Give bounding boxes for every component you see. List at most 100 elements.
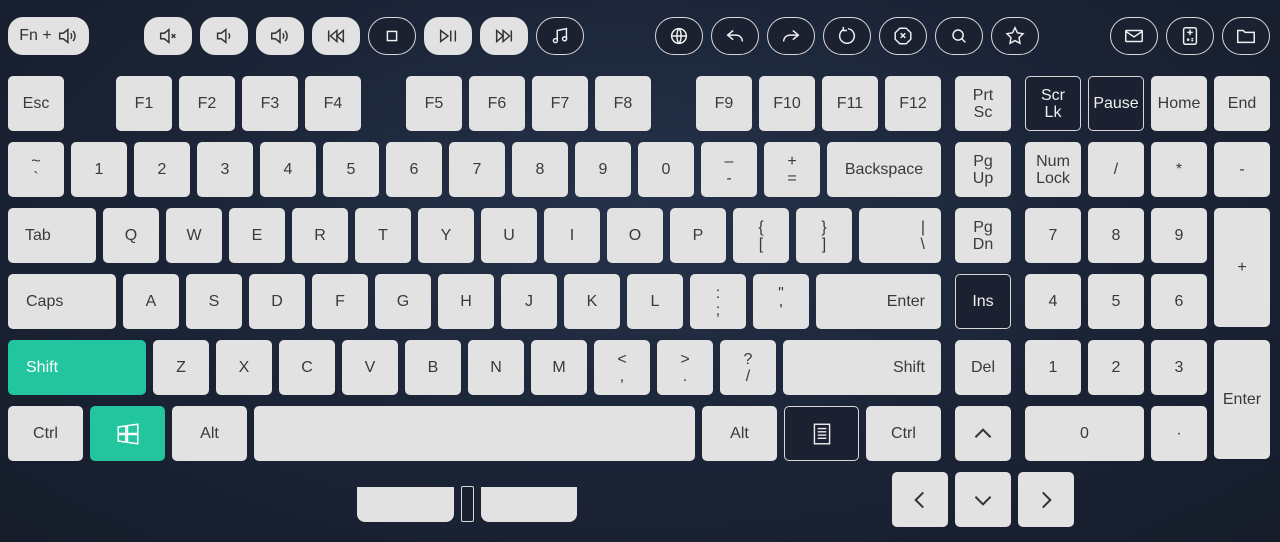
key-arrow-right[interactable] bbox=[1018, 472, 1074, 527]
key-f12[interactable]: F12 bbox=[885, 76, 941, 131]
key-c[interactable]: C bbox=[279, 340, 335, 395]
key-g[interactable]: G bbox=[375, 274, 431, 329]
volume-up-button[interactable] bbox=[256, 17, 304, 55]
key-comma[interactable]: < , bbox=[594, 340, 650, 395]
key-page-up[interactable]: Pg Up bbox=[955, 142, 1011, 197]
key-7[interactable]: 7 bbox=[449, 142, 505, 197]
browser-back-button[interactable] bbox=[711, 17, 759, 55]
key-period[interactable]: > . bbox=[657, 340, 713, 395]
browser-stop-button[interactable] bbox=[879, 17, 927, 55]
browser-home-button[interactable] bbox=[655, 17, 703, 55]
calculator-button[interactable] bbox=[1166, 17, 1214, 55]
key-v[interactable]: V bbox=[342, 340, 398, 395]
key-arrow-down[interactable] bbox=[955, 472, 1011, 527]
key-f3[interactable]: F3 bbox=[242, 76, 298, 131]
key-u[interactable]: U bbox=[481, 208, 537, 263]
key-left-alt[interactable]: Alt bbox=[172, 406, 247, 461]
browser-favorites-button[interactable] bbox=[991, 17, 1039, 55]
key-home[interactable]: Home bbox=[1151, 76, 1207, 131]
key-numpad-9[interactable]: 9 bbox=[1151, 208, 1207, 263]
key-f2[interactable]: F2 bbox=[179, 76, 235, 131]
key-y[interactable]: Y bbox=[418, 208, 474, 263]
key-f1[interactable]: F1 bbox=[116, 76, 172, 131]
mail-button[interactable] bbox=[1110, 17, 1158, 55]
key-numpad-7[interactable]: 7 bbox=[1025, 208, 1081, 263]
key-equal[interactable]: + = bbox=[764, 142, 820, 197]
key-2[interactable]: 2 bbox=[134, 142, 190, 197]
key-p[interactable]: P bbox=[670, 208, 726, 263]
key-f4[interactable]: F4 bbox=[305, 76, 361, 131]
key-z[interactable]: Z bbox=[153, 340, 209, 395]
key-numpad-5[interactable]: 5 bbox=[1088, 274, 1144, 329]
key-5[interactable]: 5 bbox=[323, 142, 379, 197]
stop-button[interactable] bbox=[368, 17, 416, 55]
key-numpad-multiply[interactable]: * bbox=[1151, 142, 1207, 197]
key-windows[interactable] bbox=[90, 406, 165, 461]
key-end[interactable]: End bbox=[1214, 76, 1270, 131]
browser-forward-button[interactable] bbox=[767, 17, 815, 55]
key-w[interactable]: W bbox=[166, 208, 222, 263]
touchpad-right-button[interactable] bbox=[481, 487, 577, 522]
key-n[interactable]: N bbox=[468, 340, 524, 395]
key-minus[interactable]: – - bbox=[701, 142, 757, 197]
key-6[interactable]: 6 bbox=[386, 142, 442, 197]
key-caps-lock[interactable]: Caps bbox=[8, 274, 116, 329]
key-f5[interactable]: F5 bbox=[406, 76, 462, 131]
key-arrow-left[interactable] bbox=[892, 472, 948, 527]
key-arrow-up[interactable] bbox=[955, 406, 1011, 461]
key-numpad-decimal[interactable]: · bbox=[1151, 406, 1207, 461]
key-numpad-8[interactable]: 8 bbox=[1088, 208, 1144, 263]
key-r[interactable]: R bbox=[292, 208, 348, 263]
previous-track-button[interactable] bbox=[312, 17, 360, 55]
key-h[interactable]: H bbox=[438, 274, 494, 329]
key-numpad-minus[interactable]: - bbox=[1214, 142, 1270, 197]
key-f7[interactable]: F7 bbox=[532, 76, 588, 131]
key-left-bracket[interactable]: { [ bbox=[733, 208, 789, 263]
key-b[interactable]: B bbox=[405, 340, 461, 395]
key-numpad-6[interactable]: 6 bbox=[1151, 274, 1207, 329]
key-i[interactable]: I bbox=[544, 208, 600, 263]
key-f11[interactable]: F11 bbox=[822, 76, 878, 131]
key-f6[interactable]: F6 bbox=[469, 76, 525, 131]
key-esc[interactable]: Esc bbox=[8, 76, 64, 131]
key-left-shift[interactable]: Shift bbox=[8, 340, 146, 395]
touchpad-left-button[interactable] bbox=[357, 487, 454, 522]
key-t[interactable]: T bbox=[355, 208, 411, 263]
key-9[interactable]: 9 bbox=[575, 142, 631, 197]
key-numpad-4[interactable]: 4 bbox=[1025, 274, 1081, 329]
key-f10[interactable]: F10 bbox=[759, 76, 815, 131]
fn-volume-button[interactable]: Fn + bbox=[8, 17, 89, 55]
music-button[interactable] bbox=[536, 17, 584, 55]
key-right-ctrl[interactable]: Ctrl bbox=[866, 406, 941, 461]
play-pause-button[interactable] bbox=[424, 17, 472, 55]
key-tab[interactable]: Tab bbox=[8, 208, 96, 263]
key-0[interactable]: 0 bbox=[638, 142, 694, 197]
key-right-shift[interactable]: Shift bbox=[783, 340, 941, 395]
key-x[interactable]: X bbox=[216, 340, 272, 395]
key-numpad-0[interactable]: 0 bbox=[1025, 406, 1144, 461]
key-numpad-enter[interactable]: Enter bbox=[1214, 340, 1270, 459]
key-numpad-3[interactable]: 3 bbox=[1151, 340, 1207, 395]
key-backspace[interactable]: Backspace bbox=[827, 142, 941, 197]
key-8[interactable]: 8 bbox=[512, 142, 568, 197]
key-s[interactable]: S bbox=[186, 274, 242, 329]
touchpad-scroll-strip[interactable] bbox=[461, 486, 474, 522]
key-1[interactable]: 1 bbox=[71, 142, 127, 197]
key-scroll-lock[interactable]: Scr Lk bbox=[1025, 76, 1081, 131]
browser-search-button[interactable] bbox=[935, 17, 983, 55]
key-num-lock[interactable]: Num Lock bbox=[1025, 142, 1081, 197]
key-4[interactable]: 4 bbox=[260, 142, 316, 197]
key-o[interactable]: O bbox=[607, 208, 663, 263]
key-e[interactable]: E bbox=[229, 208, 285, 263]
browser-refresh-button[interactable] bbox=[823, 17, 871, 55]
key-right-alt[interactable]: Alt bbox=[702, 406, 777, 461]
volume-down-button[interactable] bbox=[200, 17, 248, 55]
key-space[interactable] bbox=[254, 406, 695, 461]
next-track-button[interactable] bbox=[480, 17, 528, 55]
key-numpad-1[interactable]: 1 bbox=[1025, 340, 1081, 395]
key-pause[interactable]: Pause bbox=[1088, 76, 1144, 131]
key-numpad-slash[interactable]: / bbox=[1088, 142, 1144, 197]
key-q[interactable]: Q bbox=[103, 208, 159, 263]
key-j[interactable]: J bbox=[501, 274, 557, 329]
key-enter[interactable]: Enter bbox=[816, 274, 941, 329]
